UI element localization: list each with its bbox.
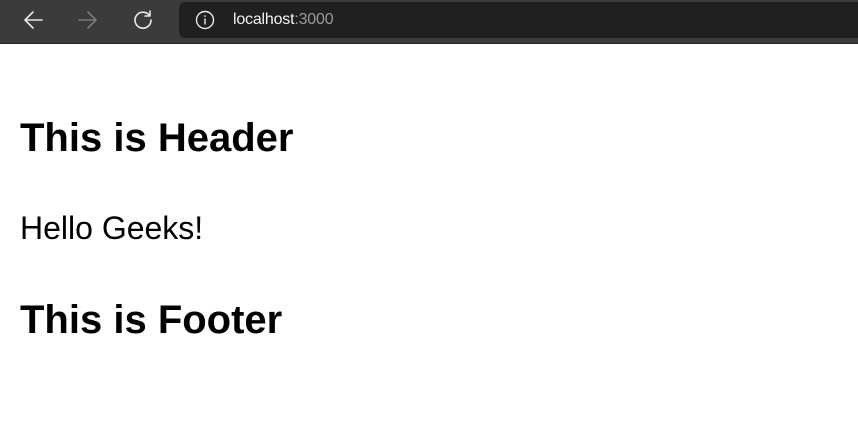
body-text: Hello Geeks! (20, 210, 204, 246)
url-host: localhost (233, 11, 295, 28)
url-text[interactable]: localhost:3000 (233, 10, 334, 30)
url-port: :3000 (294, 11, 334, 28)
page-header-heading: This is Header (20, 116, 294, 160)
address-bar[interactable]: localhost:3000 (179, 2, 858, 38)
arrow-left-icon (24, 11, 43, 29)
back-button[interactable] (16, 5, 50, 35)
forward-button[interactable] (71, 5, 105, 35)
refresh-icon (134, 10, 152, 29)
browser-toolbar: localhost:3000 (0, 0, 858, 44)
page-footer-heading: This is Footer (20, 298, 283, 342)
arrow-right-icon (78, 11, 97, 29)
refresh-button[interactable] (126, 5, 160, 35)
info-icon[interactable] (195, 10, 215, 30)
